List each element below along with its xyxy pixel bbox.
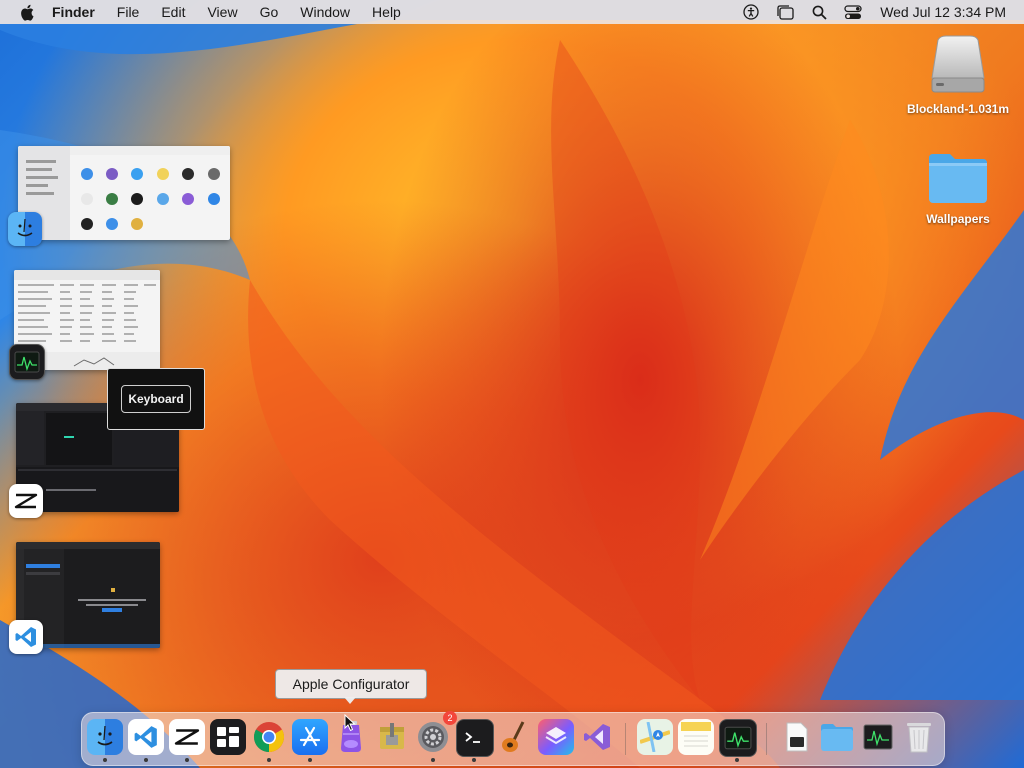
dock-document-icon[interactable]	[778, 719, 814, 755]
dock-activity-monitor-icon[interactable]	[719, 719, 757, 757]
dock-activity-monitor-window-icon[interactable]	[860, 719, 896, 755]
finder-icon[interactable]	[8, 212, 42, 246]
running-indicator	[103, 758, 107, 762]
dock-mission-control-icon[interactable]	[210, 719, 246, 755]
desktop-item-label: Blockland-1.031m	[906, 102, 1010, 116]
stage-manager-icon[interactable]	[775, 2, 795, 22]
menu-clock[interactable]: Wed Jul 12 3:34 PM	[880, 4, 1006, 20]
menu-go[interactable]: Go	[249, 0, 290, 24]
dock-visual-studio-icon[interactable]	[579, 719, 615, 755]
running-indicator	[431, 758, 435, 762]
dock-notes-icon[interactable]	[678, 719, 714, 755]
folder-icon	[926, 152, 990, 206]
running-indicator	[267, 758, 271, 762]
control-center-icon[interactable]	[843, 2, 863, 22]
running-indicator	[735, 758, 739, 762]
dock-archive-utility-icon[interactable]	[374, 719, 410, 755]
dock-capcut-icon[interactable]	[169, 719, 205, 755]
running-indicator	[185, 758, 189, 762]
menu-file[interactable]: File	[106, 0, 151, 24]
running-indicator	[472, 758, 476, 762]
notification-badge: 2	[443, 711, 457, 725]
menu-bar: Finder File Edit View Go Window Help Wed…	[0, 0, 1024, 24]
accessibility-icon[interactable]	[741, 2, 761, 22]
desktop-item-wallpapers[interactable]: Wallpapers	[898, 152, 1018, 226]
disk-drive-icon	[928, 34, 988, 96]
dock-tooltip: Apple Configurator	[275, 669, 427, 704]
window-thumbnail-finder[interactable]	[18, 146, 230, 240]
desktop-item-label: Wallpapers	[926, 212, 990, 226]
vscode-icon[interactable]	[9, 620, 43, 654]
menu-view[interactable]: View	[196, 0, 248, 24]
running-indicator	[308, 758, 312, 762]
spotlight-search-icon[interactable]	[809, 2, 829, 22]
menu-help[interactable]: Help	[361, 0, 412, 24]
running-indicator	[144, 758, 148, 762]
dock-separator	[625, 723, 626, 755]
dock-garageband-icon[interactable]	[497, 719, 533, 755]
dock-system-settings-icon[interactable]: 2	[415, 711, 457, 755]
dock-folder-icon[interactable]	[819, 719, 855, 755]
dock-shortcuts-icon[interactable]	[538, 719, 574, 755]
activity-monitor-icon[interactable]	[9, 344, 45, 380]
dock-vscode-icon[interactable]	[128, 719, 164, 755]
menu-edit[interactable]: Edit	[150, 0, 196, 24]
capcut-icon[interactable]	[9, 484, 43, 518]
dock-app-store-icon[interactable]	[292, 719, 328, 755]
dock-chrome-icon[interactable]	[251, 719, 287, 755]
apple-logo-icon[interactable]	[18, 0, 36, 24]
dock: 2	[81, 711, 945, 766]
dock-separator	[766, 723, 767, 755]
dock-maps-icon[interactable]	[637, 719, 673, 755]
dock-trash-icon[interactable]	[901, 719, 937, 755]
keyboard-button[interactable]: Keyboard	[121, 385, 191, 413]
menu-app-name[interactable]: Finder	[52, 0, 106, 24]
keyboard-popup: Keyboard	[107, 368, 205, 430]
dock-finder-icon[interactable]	[87, 719, 123, 755]
menu-window[interactable]: Window	[289, 0, 361, 24]
mouse-cursor-icon	[344, 713, 356, 737]
dock-terminal-icon[interactable]	[456, 719, 494, 757]
desktop-item-blockland[interactable]: Blockland-1.031m	[898, 34, 1018, 116]
